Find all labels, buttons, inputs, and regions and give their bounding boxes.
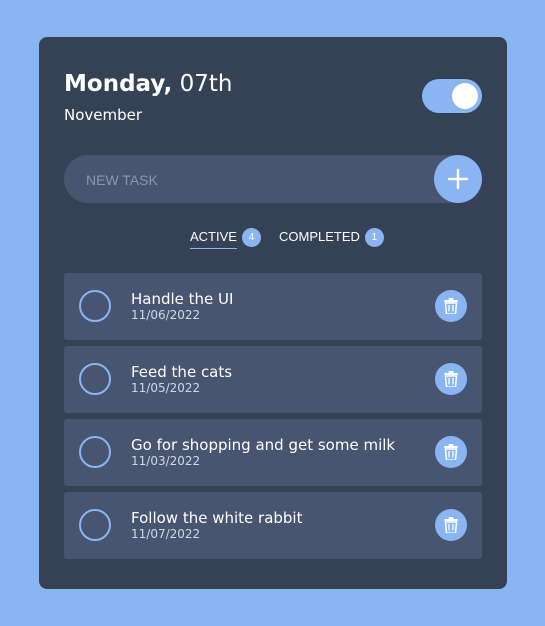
task-date: 11/05/2022 [131,381,201,395]
task-checkbox[interactable] [79,509,111,541]
tab-completed-label: COMPLETED [279,229,360,244]
task-item: Feed the cats 11/05/2022 [64,346,482,413]
month-label: November [64,106,143,124]
task-title: Follow the white rabbit [131,509,303,527]
new-task-input[interactable] [84,155,428,205]
task-item: Follow the white rabbit 11/07/2022 [64,492,482,559]
delete-task-button[interactable] [435,290,467,322]
active-count-badge: 4 [241,228,261,247]
task-title: Feed the cats [131,363,233,381]
completed-count-badge: 1 [364,228,384,247]
delete-task-button[interactable] [435,436,467,468]
task-checkbox[interactable] [79,436,111,468]
task-tabs: ACTIVE 4 COMPLETED 1 [39,228,507,250]
tab-active-label: ACTIVE [190,228,237,249]
task-list: Handle the UI 11/06/2022 Feed the cats 1… [64,273,482,565]
task-item: Handle the UI 11/06/2022 [64,273,482,340]
date-label: 07th [179,71,233,97]
task-date: 11/03/2022 [131,454,201,468]
trash-icon [444,517,458,533]
delete-task-button[interactable] [435,363,467,395]
task-date: 11/07/2022 [131,527,201,541]
trash-icon [444,444,458,460]
task-checkbox[interactable] [79,290,111,322]
delete-task-button[interactable] [435,509,467,541]
task-title: Handle the UI [131,290,234,308]
task-item: Go for shopping and get some milk 11/03/… [64,419,482,486]
add-task-button[interactable] [434,155,482,203]
task-title: Go for shopping and get some milk [131,436,396,454]
new-task-bar [64,155,482,205]
trash-icon [444,371,458,387]
theme-toggle[interactable] [422,79,482,113]
task-date: 11/06/2022 [131,308,201,322]
task-checkbox[interactable] [79,363,111,395]
trash-icon [444,298,458,314]
plus-icon [447,168,469,190]
toggle-knob [452,83,478,109]
date-header: Monday, 07th [64,70,232,98]
tab-completed[interactable]: COMPLETED 1 [279,228,384,247]
tab-active[interactable]: ACTIVE 4 [190,228,261,249]
todo-card: Monday, 07th November ACTIVE4 COMPLETED 1… [39,37,507,589]
day-label: Monday, [64,71,173,97]
